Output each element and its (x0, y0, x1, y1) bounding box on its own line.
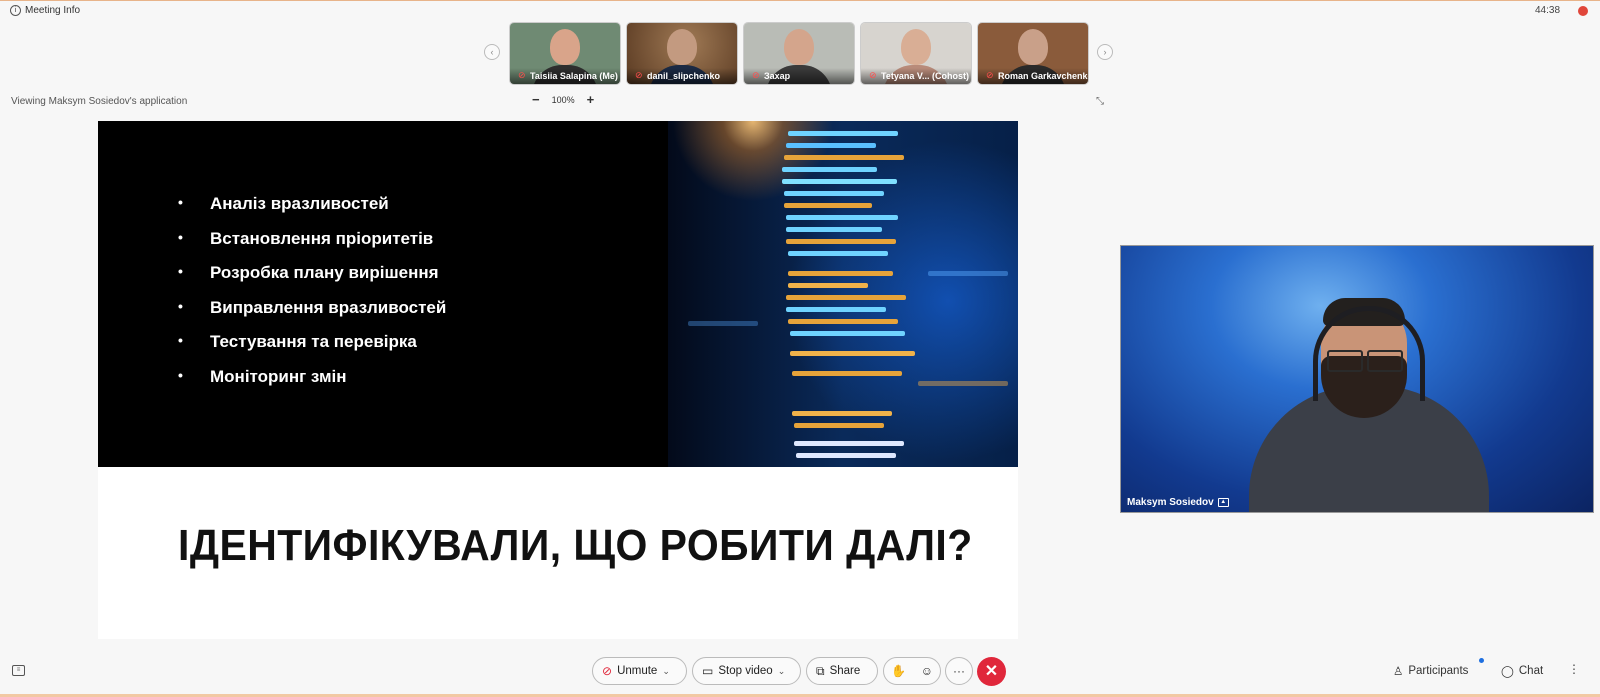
participants-icon: ♙ (1393, 666, 1404, 678)
mic-muted-icon: ⊘ (986, 70, 994, 80)
meeting-timer: 44:38 (1535, 5, 1561, 16)
code-image (668, 121, 1018, 467)
stop-video-label: Stop video (718, 665, 773, 677)
speaker-name: Maksym Sosiedov (1127, 497, 1214, 508)
mic-muted-icon: ⊘ (602, 664, 613, 678)
meeting-info-button[interactable]: i Meeting Info (10, 5, 80, 16)
participant-thumbnail[interactable]: ⊘ Taisiia Salapina (Me) (509, 22, 621, 85)
zoom-controls: − 100% + (532, 93, 595, 106)
speaker-name-tag: Maksym Sosiedov ▲ (1127, 497, 1229, 508)
participant-name: danil_slipchenko (647, 71, 721, 81)
shared-slide: • Аналіз вразливостей • Встановлення пріор… (98, 121, 1018, 639)
share-screen-icon: ⧉ (816, 663, 825, 678)
participant-thumbnail[interactable]: ⊘ Tetyana V... (Cohost) (860, 22, 972, 85)
slide-bullet-list: • Аналіз вразливостей • Встановлення пріор… (178, 194, 446, 401)
participants-label: Participants (1408, 665, 1469, 677)
expand-icon[interactable]: ⤡ (1096, 96, 1104, 107)
share-label: Share (829, 665, 861, 677)
participant-name: Taisiia Salapina (Me) (530, 71, 618, 81)
slide-bullet: • Аналіз вразливостей (178, 194, 389, 213)
slide-bullet: • Встановлення пріоритетів (178, 228, 434, 248)
participant-name: Tetyana V... (Cohost) (881, 71, 970, 81)
meeting-info-label: Meeting Info (25, 5, 81, 16)
participant-name: Roman Garkavchenko (998, 71, 1089, 81)
zoom-level: 100% (551, 95, 575, 105)
slide-bullet: • Тестування та перевірка (178, 332, 417, 351)
strip-next-button[interactable]: › (1097, 44, 1113, 60)
zoom-out-button[interactable]: − (532, 93, 540, 106)
chat-label: Chat (1518, 665, 1544, 677)
notification-dot (1479, 658, 1484, 663)
zoom-in-button[interactable]: + (587, 93, 595, 106)
participants-button[interactable]: ♙ Participants (1393, 664, 1468, 678)
participant-thumbnail[interactable]: ⊘ Roman Garkavchenko (977, 22, 1089, 85)
more-options-button[interactable]: ··· (945, 657, 973, 685)
end-call-button[interactable]: ✕ (977, 657, 1006, 686)
mic-muted-icon: ⊘ (752, 70, 760, 80)
chat-icon: ◯ (1501, 666, 1514, 678)
strip-prev-button[interactable]: ‹ (484, 44, 500, 60)
participant-name: Захар (764, 71, 791, 81)
raise-hand-icon[interactable]: ✋ (891, 664, 906, 678)
participant-thumbnail[interactable]: ⊘ danil_slipchenko (626, 22, 738, 85)
viewing-share-label: Viewing Maksym Sosiedov's application (11, 96, 188, 107)
slide-heading: ІДЕНТИФІКУВАЛИ, ЩО РОБИТИ ДАЛІ? (178, 521, 973, 570)
more-icon[interactable]: ⋮ (1568, 662, 1580, 676)
chat-button[interactable]: ◯ Chat (1501, 664, 1543, 678)
slide-dark-panel: • Аналіз вразливостей • Встановлення пріор… (98, 121, 1018, 467)
chevron-down-icon[interactable]: ⌄ (662, 666, 670, 677)
mic-muted-icon: ⊘ (869, 70, 877, 80)
chevron-down-icon[interactable]: ⌄ (778, 666, 786, 677)
participant-thumbnail[interactable]: ⊘ Захар (743, 22, 855, 85)
recording-indicator-icon (1578, 6, 1588, 16)
video-camera-icon: ▭ (702, 664, 714, 678)
share-button[interactable]: ⧉ Share (806, 657, 878, 685)
active-speaker-video[interactable]: Maksym Sosiedov ▲ (1120, 245, 1594, 513)
reactions-group: ✋ ☺ (883, 657, 941, 685)
sharing-screen-icon: ▲ (1217, 498, 1229, 507)
captions-icon[interactable]: ≡ (12, 665, 25, 676)
stop-video-button[interactable]: ▭ Stop video ⌄ (692, 657, 801, 685)
slide-bullet: • Розробка плану вирішення (178, 263, 439, 282)
info-icon: i (10, 5, 21, 16)
mic-muted-icon: ⊘ (518, 70, 526, 80)
unmute-button[interactable]: ⊘ Unmute ⌄ (592, 657, 687, 685)
emoji-icon[interactable]: ☺ (921, 664, 933, 678)
window-top-border (0, 0, 1600, 1)
mic-muted-icon: ⊘ (635, 70, 643, 80)
slide-bullet: • Моніторинг змін (178, 366, 347, 386)
unmute-label: Unmute (617, 665, 658, 677)
slide-bullet: • Виправлення вразливостей (178, 297, 447, 317)
glasses-icon (1327, 350, 1403, 372)
